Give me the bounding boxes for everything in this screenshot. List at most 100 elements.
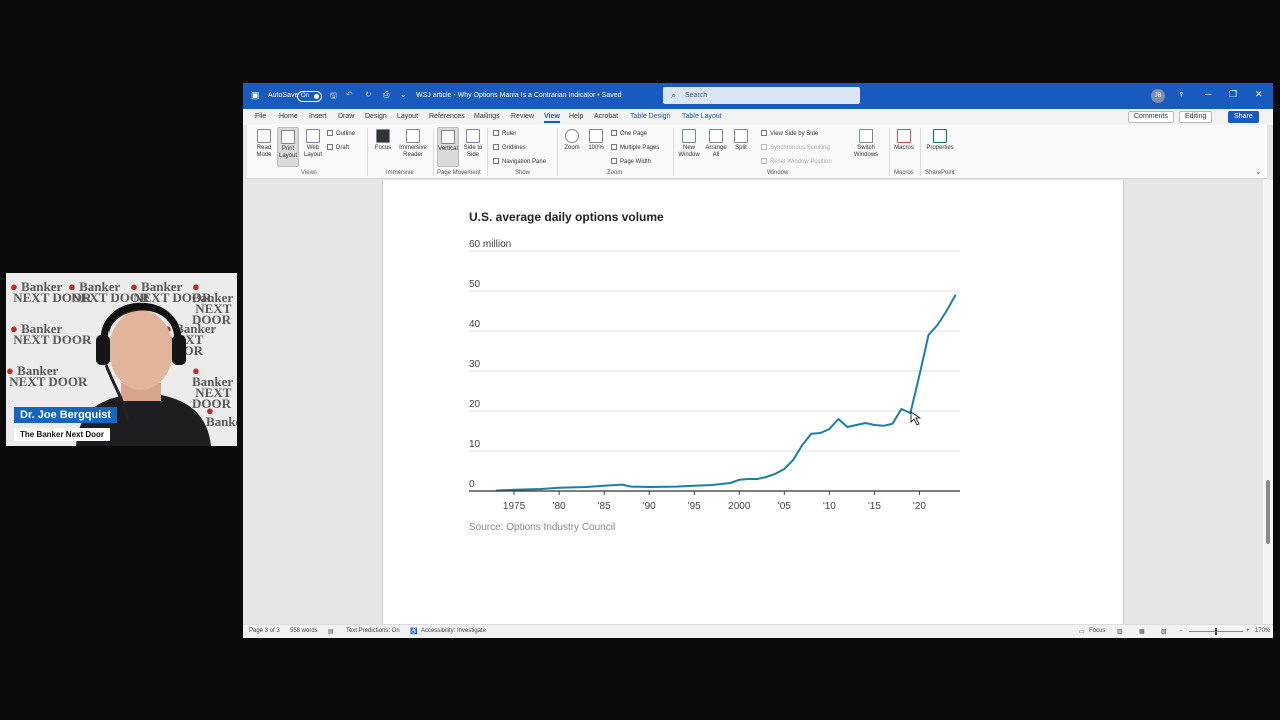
navigation-pane-checkbox[interactable]: Navigation Pane [493, 158, 546, 165]
print-layout-button[interactable]: Print Layout [277, 127, 299, 167]
split-icon [734, 129, 748, 143]
tab-references[interactable]: References [429, 113, 465, 120]
text-predictions-status[interactable]: Text Predictions: On [346, 628, 400, 634]
tab-file[interactable]: File [255, 113, 266, 120]
tab-design[interactable]: Design [365, 113, 387, 120]
data-point [585, 486, 587, 488]
page-width-button[interactable]: Page Width [611, 158, 651, 165]
properties-button[interactable]: Properties [925, 129, 955, 152]
gridlines-checkbox[interactable]: Gridlines [493, 144, 526, 151]
zoom-in-icon[interactable]: + [1246, 628, 1250, 634]
data-point [693, 485, 695, 487]
vertical-button[interactable]: Vertical [437, 127, 459, 167]
macros-button[interactable]: Macros [893, 129, 915, 152]
restore-icon[interactable]: ❐ [1229, 89, 1237, 100]
reset-window-position-button[interactable]: Reset Window Position [761, 158, 832, 165]
accessibility-status[interactable]: Accessibility: Investigate [421, 628, 486, 634]
tab-home[interactable]: Home [279, 113, 298, 120]
outline-button[interactable]: Outline [327, 130, 355, 137]
page-count[interactable]: Page 3 of 3 [249, 628, 280, 634]
share-button[interactable]: Share [1228, 111, 1259, 123]
tab-layout[interactable]: Layout [397, 113, 418, 120]
tab-view[interactable]: View [544, 113, 560, 123]
customize-chevron-icon[interactable]: ⌄ [400, 90, 407, 99]
checkbox-icon [493, 130, 499, 136]
divider [920, 128, 921, 176]
side-to-side-icon [466, 129, 480, 143]
print-layout-view-icon[interactable]: ▦ [1139, 628, 1145, 635]
arrange-all-button[interactable]: Arrange All [704, 129, 728, 159]
tab-insert[interactable]: Insert [309, 113, 327, 120]
word-count[interactable]: 558 words [290, 628, 318, 634]
editing-mode-button[interactable]: Editing [1179, 111, 1213, 123]
data-point [918, 374, 921, 376]
data-point [783, 468, 785, 470]
focus-status-button[interactable]: Focus [1089, 628, 1105, 634]
divider [487, 128, 488, 176]
avatar[interactable]: JB [1151, 89, 1165, 103]
data-point [882, 425, 885, 427]
comments-button[interactable]: Comments [1128, 111, 1174, 123]
document-title[interactable]: WSJ article - Why Options Mania Is a Con… [416, 92, 622, 99]
one-page-button[interactable]: One Page [611, 130, 647, 137]
data-point [738, 479, 740, 481]
close-icon[interactable]: ✕ [1255, 89, 1263, 100]
read-mode-button[interactable]: Read Mode [254, 129, 274, 159]
data-point [954, 294, 957, 296]
zoom-slider-thumb[interactable] [1215, 628, 1217, 635]
tab-acrobat[interactable]: Acrobat [594, 113, 618, 120]
minimize-icon[interactable]: ─ [1205, 89, 1211, 99]
sync-scroll-icon [761, 144, 767, 150]
search-placeholder: Search [685, 92, 708, 99]
web-layout-button[interactable]: Web Layout [302, 129, 324, 159]
lightbulb-icon[interactable]: ♀ [1178, 89, 1185, 99]
split-button[interactable]: Split [731, 129, 751, 152]
data-point [837, 418, 839, 420]
tab-table-layout[interactable]: Table Layout [682, 113, 722, 120]
search-box[interactable]: ⌕ Search [663, 87, 860, 104]
web-layout-view-icon[interactable]: ▧ [1161, 628, 1167, 635]
scrollbar-thumb[interactable] [1266, 480, 1270, 544]
data-point [765, 476, 767, 478]
zoom-out-icon[interactable]: − [1179, 628, 1183, 634]
read-mode-icon [257, 129, 271, 143]
presenter-name: Dr. Joe Bergquist [14, 407, 118, 423]
switch-windows-button[interactable]: Switch Windows [849, 129, 883, 159]
ribbon-collapse-chevron-icon[interactable]: ⌄ [1255, 167, 1262, 176]
data-point [900, 408, 903, 410]
data-point [711, 484, 713, 486]
save-icon[interactable]: 🖫 [330, 90, 337, 104]
proofing-icon[interactable]: ▤ [328, 628, 334, 635]
zoom-button[interactable]: Zoom [562, 129, 582, 152]
synchronous-scrolling-button[interactable]: Synchronous Scrolling [761, 144, 830, 151]
redo-icon[interactable]: ↻ [365, 90, 372, 99]
presenter-video [76, 302, 211, 446]
data-point [846, 426, 848, 428]
ruler-checkbox[interactable]: Ruler [493, 130, 516, 137]
read-mode-view-icon[interactable]: ▥ [1117, 628, 1123, 635]
document-area[interactable]: U.S. average daily options volume 0 10 20 30… [247, 180, 1267, 624]
immersive-reader-button[interactable]: Immersive Reader [397, 129, 429, 159]
tab-review[interactable]: Review [511, 113, 534, 120]
undo-icon[interactable]: ↶ [346, 90, 353, 99]
zoom-level[interactable]: 170% [1255, 628, 1270, 634]
multiple-pages-button[interactable]: Multiple Pages [611, 144, 659, 151]
tab-mailings[interactable]: Mailings [474, 113, 500, 120]
tab-draw[interactable]: Draw [338, 113, 354, 120]
print-layout-icon [281, 130, 295, 144]
print-icon[interactable]: ⎙ [383, 90, 389, 100]
new-window-button[interactable]: New Window [677, 129, 701, 159]
vertical-scrollbar[interactable] [1263, 180, 1273, 624]
document-page[interactable]: U.S. average daily options volume 0 10 20 30… [382, 180, 1124, 624]
group-zoom: Zoom [607, 170, 623, 176]
view-side-by-side-button[interactable]: View Side by Side [761, 130, 818, 137]
side-to-side-button[interactable]: Side to Side [462, 129, 484, 159]
draft-button[interactable]: Draft [327, 144, 349, 151]
zoom-100-button[interactable]: 100% [586, 129, 606, 152]
autosave-toggle[interactable]: On [297, 91, 322, 102]
tab-help[interactable]: Help [569, 113, 583, 120]
vertical-icon [441, 130, 455, 144]
y-tick-label: 20 [469, 399, 481, 410]
focus-button[interactable]: Focus [373, 129, 393, 152]
tab-table-design[interactable]: Table Design [630, 113, 670, 120]
